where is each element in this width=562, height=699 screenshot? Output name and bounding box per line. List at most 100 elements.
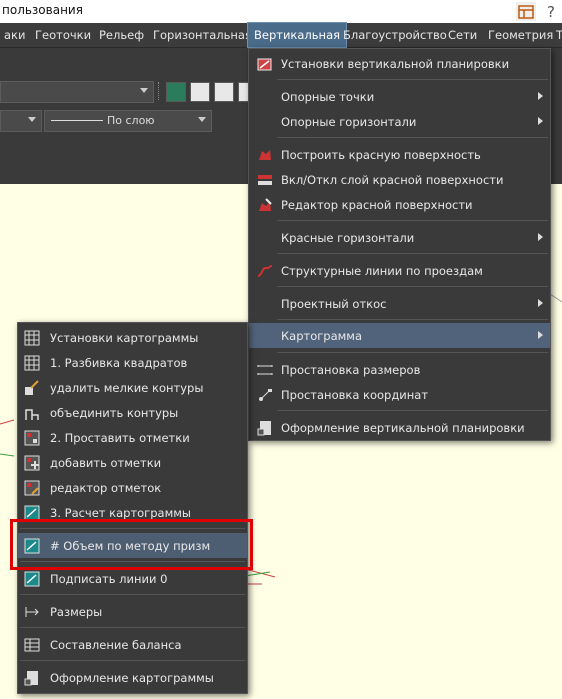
menu-item-label: Простановка координат [281,388,429,402]
submenu-arrow-icon [538,299,543,307]
menu-separator [277,137,548,138]
menu-item-k-dimensions[interactable]: Размеры [18,599,247,624]
menu-item-label: Установки картограммы [50,331,199,345]
menu-item-coordinates[interactable]: Простановка координат [249,382,550,407]
menu-item-red-contours[interactable]: Красные горизонтали [249,225,550,250]
menu-item-k-merge-contours[interactable]: объединить контуры [18,400,247,425]
menu-seti[interactable]: Сети [446,23,479,47]
menu-separator [277,352,548,353]
menu-item-label: 2. Проставить отметки [50,431,190,445]
toolbar-icon-1[interactable] [166,82,186,102]
menu-item-label: удалить мелкие контуры [50,381,204,395]
linetype-combo[interactable]: По слою [44,110,212,132]
layer-toggle-icon [258,175,272,185]
line-sample-icon [51,120,103,121]
menu-item-label: 1. Разбивка квадратов [50,356,188,370]
menu-item-label: Простановка размеров [281,363,421,377]
menu-item-label: Опорные точки [281,90,375,104]
menu-separator [20,594,245,595]
toolbar-grip[interactable] [158,82,163,100]
menu-item-label: Вкл/Откл слой красной поверхности [281,173,504,187]
menu-item-label: Построить красную поверхность [281,148,481,162]
menu-item-label: Составление баланса [50,638,182,652]
menu-item-label: 3. Расчет картограммы [50,506,192,520]
menu-item-k-set-marks[interactable]: 2. Проставить отметки [18,425,247,450]
chevron-down-icon [198,117,206,122]
dimension-icon [257,365,273,375]
menu-item-label: редактор отметок [50,481,162,495]
menu-bar: аки Геоточки Рельеф Горизонтальная Верти… [0,22,562,48]
menu-item-label: добавить отметки [50,456,162,470]
menu-separator [20,627,245,628]
merge-contour-icon [25,409,39,420]
menu-item-build-red-surface[interactable]: Построить красную поверхность [249,142,550,167]
menu-blagoustroystvo[interactable]: Благоустройство [341,23,449,47]
menu-item-kartogramma[interactable]: Картограмма [249,323,550,348]
dimension-icon [25,607,39,617]
grid-icon [24,355,40,371]
marks-editor-icon [24,480,40,496]
kartogramma-submenu: Установки картограммы 1. Разбивка квадра… [17,322,248,694]
submenu-arrow-icon [538,92,543,100]
menu-separator [277,253,548,254]
menu-geometria[interactable]: Геометрия [486,23,555,47]
menu-item-k-design[interactable]: Оформление картограммы [18,665,247,690]
menu-item-k-marks-editor[interactable]: редактор отметок [18,475,247,500]
toolbar-icon-2[interactable] [190,82,210,102]
menu-item-k-balance[interactable]: Составление баланса [18,632,247,657]
menu-item-label: Проектный откос [281,297,387,311]
label-lines-icon [24,571,40,587]
structural-line-icon [257,265,273,277]
surface-editor-icon [259,198,272,211]
app-menu-icon[interactable] [516,2,536,21]
settings-surface-icon [257,58,272,71]
menu-item-label: Структурные линии по проездам [281,264,483,278]
menu-item-opornye-tochki[interactable]: Опорные точки [249,84,550,109]
title-bar: пользования ? [0,0,562,23]
menu-item-vp-settings[interactable]: Установки вертикальной планировки [249,51,550,76]
layer-combo[interactable] [0,81,154,103]
grid-icon [24,330,40,346]
menu-relief[interactable]: Рельеф [97,23,146,47]
menu-item-k-delete-contours[interactable]: удалить мелкие контуры [18,375,247,400]
table-icon [24,638,40,652]
menu-separator [277,286,548,287]
menu-separator [277,319,548,320]
menu-item-label: Редактор красной поверхности [281,198,473,212]
menu-item-opornye-gorizontali[interactable]: Опорные горизонтали [249,109,550,134]
menu-separator [277,410,548,411]
menu-item-label: Картограмма [281,329,363,343]
menu-item-k-settings[interactable]: Установки картограммы [18,325,247,350]
menu-item-label: Установки вертикальной планировки [281,57,510,71]
document-icon [24,671,38,686]
vertical-dropdown-menu: Установки вертикальной планировки Опорны… [248,48,551,441]
color-combo[interactable] [0,110,42,132]
submenu-arrow-icon [538,331,543,339]
menu-separator [20,660,245,661]
menu-item-label: Опорные горизонтали [281,115,417,129]
red-surface-icon [259,150,271,160]
menu-aki[interactable]: аки [0,23,29,47]
menu-item-vp-design[interactable]: Оформление вертикальной планировки [249,415,550,440]
toolbar-icon-3[interactable] [214,82,234,102]
menu-horizontal[interactable]: Горизонтальная [151,23,254,47]
menu-item-label: Оформление картограммы [50,671,214,685]
menu-geotochki[interactable]: Геоточки [33,23,93,47]
menu-item-toggle-red-layer[interactable]: Вкл/Откл слой красной поверхности [249,167,550,192]
menu-item-design-slope[interactable]: Проектный откос [249,291,550,316]
menu-item-structural-lines[interactable]: Структурные линии по проездам [249,258,550,283]
menu-item-k-squares[interactable]: 1. Разбивка квадратов [18,350,247,375]
add-marks-icon [24,455,40,471]
menu-t[interactable]: Т [556,23,562,47]
coordinate-icon [259,389,272,401]
menu-item-k-add-marks[interactable]: добавить отметки [18,450,247,475]
submenu-arrow-icon [538,117,543,125]
menu-separator [277,220,548,221]
document-icon [257,421,271,436]
menu-item-label: Оформление вертикальной планировки [281,421,525,435]
menu-item-dimensions[interactable]: Простановка размеров [249,357,550,382]
chevron-down-icon [140,88,148,93]
menu-vertical[interactable]: Вертикальная [246,22,348,48]
menu-item-red-surface-editor[interactable]: Редактор красной поверхности [249,192,550,217]
help-icon[interactable]: ? [541,2,561,21]
